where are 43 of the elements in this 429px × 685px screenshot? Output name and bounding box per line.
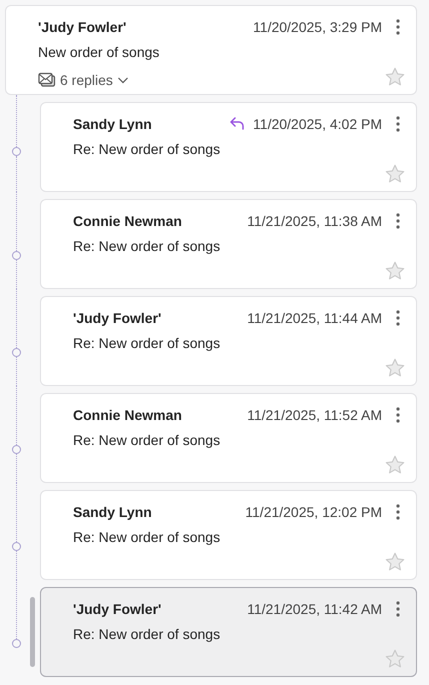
message-date: 11/21/2025, 11:44 AM: [247, 310, 382, 326]
thread-node-icon: [12, 251, 21, 260]
message-date: 11/21/2025, 11:52 AM: [247, 407, 382, 423]
message-date: 11/21/2025, 12:02 PM: [245, 504, 382, 520]
star-button[interactable]: [384, 66, 406, 88]
sender-name: Connie Newman: [73, 213, 183, 229]
star-button[interactable]: [384, 163, 406, 185]
message-subject: Re: New order of songs: [73, 238, 222, 254]
message-card[interactable]: Sandy Lynn 11/20/2025, 4:02 PM Re: New order of songs: [40, 102, 417, 192]
thread-node-icon: [12, 348, 21, 357]
star-button[interactable]: [384, 551, 406, 573]
message-card[interactable]: Sandy Lynn 11/21/2025, 12:02 PM Re: New order of songs: [40, 490, 417, 580]
message-card[interactable]: 'Judy Fowler' 11/21/2025, 11:42 AM Re: New order of songs: [40, 587, 417, 677]
replies-toggle[interactable]: 6 replies: [38, 72, 129, 88]
thread-node-icon: [12, 445, 21, 454]
message-card[interactable]: 'Judy Fowler' 11/21/2025, 11:44 AM Re: New order of songs: [40, 296, 417, 386]
message-date: 11/20/2025, 4:02 PM: [253, 116, 382, 132]
mail-stack-icon: [38, 72, 56, 88]
sender-name: Connie Newman: [73, 407, 183, 423]
message-date: 11/20/2025, 3:29 PM: [253, 19, 382, 35]
star-button[interactable]: [384, 648, 406, 670]
message-subject: Re: New order of songs: [73, 529, 222, 545]
message-date: 11/21/2025, 11:38 AM: [247, 213, 382, 229]
message-card[interactable]: 'Judy Fowler' 11/20/2025, 3:29 PM New order of songs 6 replies: [5, 5, 417, 95]
message-subject: Re: New order of songs: [73, 432, 222, 448]
message-card[interactable]: Connie Newman 11/21/2025, 11:52 AM Re: New order of songs: [40, 393, 417, 483]
message-subject: New order of songs: [38, 44, 160, 60]
message-subject: Re: New order of songs: [73, 335, 222, 351]
message-subject: Re: New order of songs: [73, 626, 222, 642]
star-button[interactable]: [384, 260, 406, 282]
thread-node-icon: [12, 542, 21, 551]
sender-name: 'Judy Fowler': [73, 310, 162, 326]
chevron-down-icon: [116, 75, 129, 85]
message-date: 11/21/2025, 11:42 AM: [247, 601, 382, 617]
thread-node-icon: [12, 639, 21, 648]
message-card[interactable]: Connie Newman 11/21/2025, 11:38 AM Re: New order of songs: [40, 199, 417, 289]
sender-name: Sandy Lynn: [73, 504, 153, 520]
sender-name: Sandy Lynn: [73, 116, 153, 132]
message-subject: Re: New order of songs: [73, 141, 222, 157]
sender-name: 'Judy Fowler': [38, 19, 128, 35]
star-button[interactable]: [384, 454, 406, 476]
sender-name: 'Judy Fowler': [73, 601, 162, 617]
star-button[interactable]: [384, 357, 406, 379]
